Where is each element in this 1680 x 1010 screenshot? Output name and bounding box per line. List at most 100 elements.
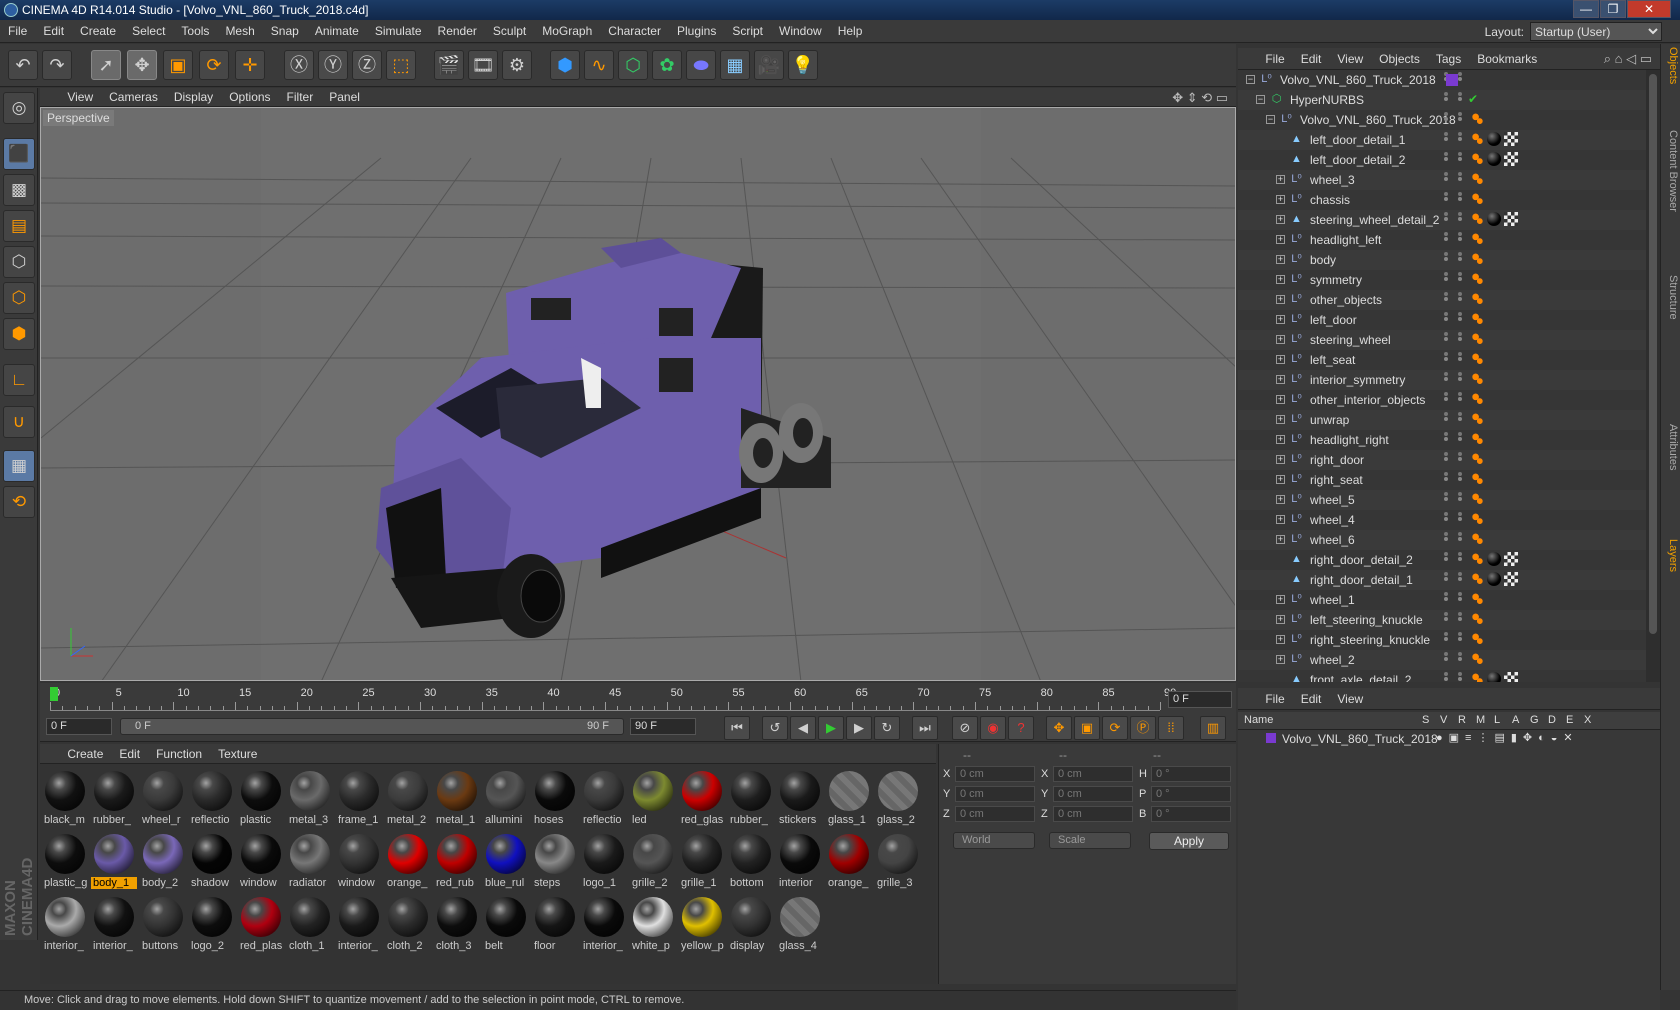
visibility-dots-icon[interactable] — [1444, 177, 1448, 181]
enabled-check-icon[interactable]: ✔ — [1468, 92, 1478, 106]
material-swatch[interactable]: logo_2 — [189, 894, 235, 956]
texture-tag-icon[interactable] — [1504, 152, 1518, 166]
visibility-dots-icon[interactable] — [1444, 117, 1448, 121]
position-field[interactable]: 0 cm — [955, 766, 1035, 782]
render-dots-icon[interactable] — [1458, 397, 1462, 401]
menu-character[interactable]: Character — [600, 20, 669, 43]
layer-row[interactable]: Volvo_VNL_860_Truck_2018 ●▣≡⋮▤▮✥◐◒✕ — [1238, 730, 1646, 748]
object-row[interactable]: − L⁰ Volvo_VNL_860_Truck_2018 — [1238, 70, 1646, 90]
size-field[interactable]: 0 cm — [1053, 766, 1133, 782]
record-parameter-icon[interactable]: Ⓟ — [1130, 716, 1156, 740]
visibility-dots-icon[interactable] — [1444, 337, 1448, 341]
render-dots-icon[interactable] — [1458, 557, 1462, 561]
render-dots-icon[interactable] — [1458, 657, 1462, 661]
render-dots-icon[interactable] — [1458, 417, 1462, 421]
render-dots-icon[interactable] — [1458, 97, 1462, 101]
expand-icon[interactable]: + — [1276, 215, 1285, 224]
material-tag-icon[interactable] — [1487, 152, 1501, 166]
coordinate-mode-dropdown[interactable]: World — [953, 832, 1035, 849]
material-swatch[interactable]: cloth_1 — [287, 894, 333, 956]
render-dots-icon[interactable] — [1458, 297, 1462, 301]
layer-column-x[interactable]: X — [1584, 714, 1591, 726]
viewport-menu-filter[interactable]: Filter — [279, 88, 322, 107]
points-mode-icon[interactable]: ⬡ — [3, 246, 35, 278]
object-row[interactable]: + L⁰ wheel_1 — [1238, 590, 1646, 610]
material-swatch[interactable]: metal_3 — [287, 768, 333, 830]
menu-create[interactable]: Create — [72, 20, 124, 43]
visibility-dots-icon[interactable] — [1444, 397, 1448, 401]
material-tag-icon[interactable] — [1487, 672, 1501, 682]
visibility-dots-icon[interactable] — [1444, 577, 1448, 581]
layer-column-e[interactable]: E — [1566, 714, 1573, 726]
material-swatch[interactable]: window — [336, 831, 382, 893]
texture-tag-icon[interactable] — [1504, 132, 1518, 146]
visibility-dots-icon[interactable] — [1444, 317, 1448, 321]
material-swatch[interactable]: interior_ — [581, 894, 627, 956]
material-swatch[interactable]: orange_ — [385, 831, 431, 893]
viewport-menu-display[interactable]: Display — [166, 88, 221, 107]
material-swatch[interactable]: plastic_g — [42, 831, 88, 893]
texture-tag-icon[interactable] — [1504, 212, 1518, 226]
material-menu-texture[interactable]: Texture — [210, 744, 265, 764]
transform-mode-dropdown[interactable]: Scale — [1049, 832, 1131, 849]
material-swatch[interactable]: body_2 — [140, 831, 186, 893]
go-to-start-icon[interactable]: ⏮ — [724, 716, 750, 740]
phong-tag-icon[interactable] — [1470, 272, 1484, 286]
render-dots-icon[interactable] — [1458, 457, 1462, 461]
layer-column-l[interactable]: L — [1494, 714, 1500, 726]
material-swatch[interactable]: red_rub — [434, 831, 480, 893]
object-menu-tags[interactable]: Tags — [1428, 48, 1469, 70]
render-dots-icon[interactable] — [1458, 157, 1462, 161]
expand-icon[interactable]: + — [1276, 275, 1285, 284]
layer-menu-edit[interactable]: Edit — [1293, 688, 1330, 710]
menu-plugins[interactable]: Plugins — [669, 20, 724, 43]
object-row[interactable]: + L⁰ wheel_4 — [1238, 510, 1646, 530]
material-menu-function[interactable]: Function — [148, 744, 210, 764]
phong-tag-icon[interactable] — [1470, 432, 1484, 446]
menu-window[interactable]: Window — [771, 20, 830, 43]
object-row[interactable]: + L⁰ right_steering_knuckle — [1238, 630, 1646, 650]
collapse-icon[interactable]: − — [1246, 75, 1255, 84]
spline-icon[interactable]: ∿ — [584, 50, 614, 80]
render-dots-icon[interactable] — [1458, 77, 1462, 81]
nurbs-icon[interactable]: ⬡ — [618, 50, 648, 80]
recent-tool-icon[interactable]: ✛ — [235, 50, 265, 80]
render-dots-icon[interactable] — [1458, 377, 1462, 381]
planar-workplane-icon[interactable]: ⟲ — [3, 486, 35, 518]
phong-tag-icon[interactable] — [1470, 172, 1484, 186]
render-dots-icon[interactable] — [1458, 577, 1462, 581]
render-dots-icon[interactable] — [1458, 257, 1462, 261]
material-menu-create[interactable]: Create — [59, 744, 111, 764]
deformer-icon[interactable]: ⬬ — [686, 50, 716, 80]
phong-tag-icon[interactable] — [1470, 512, 1484, 526]
object-row[interactable]: + L⁰ interior_symmetry — [1238, 370, 1646, 390]
material-swatch[interactable]: reflectio — [189, 768, 235, 830]
object-menu-view[interactable]: View — [1329, 48, 1371, 70]
material-swatch[interactable]: body_1 — [91, 831, 137, 893]
autokey-icon[interactable]: ◉ — [980, 716, 1006, 740]
timeline-playhead[interactable] — [50, 687, 58, 701]
object-tree-scrollbar[interactable] — [1646, 70, 1660, 682]
material-swatch[interactable]: glass_4 — [777, 894, 823, 956]
render-view-icon[interactable]: 🎬 — [434, 50, 464, 80]
snapping-icon[interactable]: ∪ — [3, 406, 35, 438]
object-row[interactable]: + L⁰ right_seat — [1238, 470, 1646, 490]
visibility-dots-icon[interactable] — [1444, 557, 1448, 561]
record-position-icon[interactable]: ✥ — [1046, 716, 1072, 740]
next-key-icon[interactable]: ↻ — [874, 716, 900, 740]
object-row[interactable]: + L⁰ symmetry — [1238, 270, 1646, 290]
menu-mesh[interactable]: Mesh — [217, 20, 262, 43]
expand-icon[interactable]: + — [1276, 315, 1285, 324]
position-field[interactable]: 0 cm — [955, 806, 1035, 822]
size-field[interactable]: 0 cm — [1053, 786, 1133, 802]
timeline-window-icon[interactable]: ▥ — [1200, 716, 1226, 740]
next-frame-icon[interactable]: ▶ — [846, 716, 872, 740]
play-icon[interactable]: ▶ — [818, 716, 844, 740]
render-dots-icon[interactable] — [1458, 237, 1462, 241]
expand-icon[interactable]: + — [1276, 595, 1285, 604]
undo-icon[interactable]: ↶ — [8, 50, 38, 80]
expand-icon[interactable]: + — [1276, 415, 1285, 424]
object-row[interactable]: + L⁰ wheel_3 — [1238, 170, 1646, 190]
material-tag-icon[interactable] — [1487, 572, 1501, 586]
material-swatch[interactable]: led — [630, 768, 676, 830]
